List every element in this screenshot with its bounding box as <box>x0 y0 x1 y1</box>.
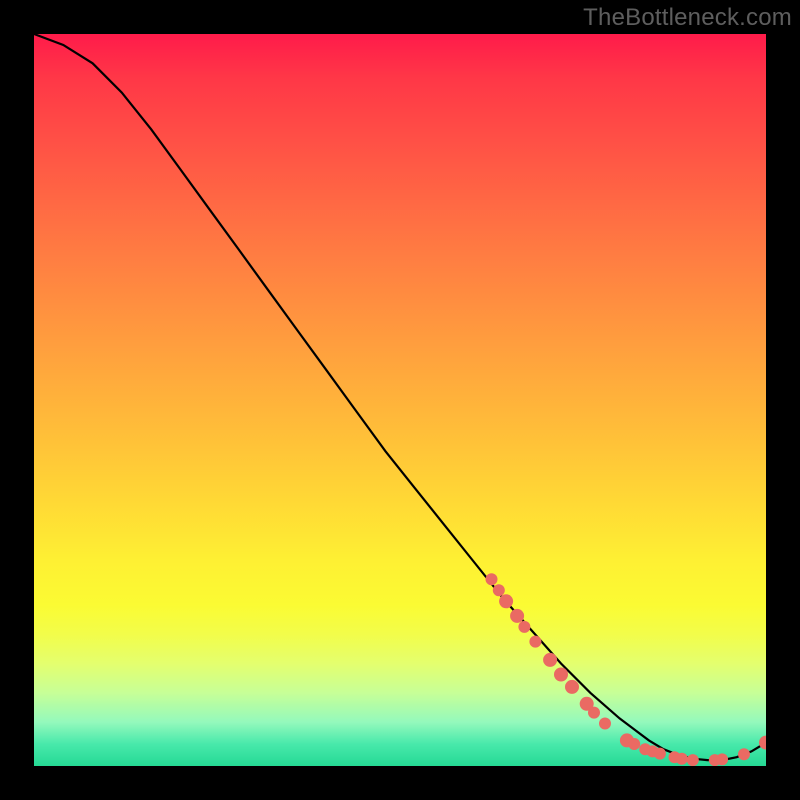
chart-frame: TheBottleneck.com <box>0 0 800 800</box>
highlight-point <box>543 653 557 667</box>
highlight-point <box>518 621 530 633</box>
highlight-point <box>554 668 568 682</box>
bottleneck-curve <box>34 34 766 760</box>
highlight-point <box>529 636 541 648</box>
highlight-point <box>687 754 699 766</box>
highlight-point <box>759 736 766 750</box>
highlight-point <box>499 594 513 608</box>
highlight-point <box>510 609 524 623</box>
chart-overlay <box>34 34 766 766</box>
highlight-point <box>676 753 688 765</box>
highlight-points <box>486 573 767 766</box>
watermark-text: TheBottleneck.com <box>583 4 792 32</box>
highlight-point <box>565 680 579 694</box>
highlight-point <box>486 573 498 585</box>
highlight-point <box>654 748 666 760</box>
highlight-point <box>628 738 640 750</box>
highlight-point <box>599 718 611 730</box>
highlight-point <box>588 707 600 719</box>
highlight-point <box>493 584 505 596</box>
highlight-point <box>716 753 728 765</box>
plot-area <box>34 34 766 766</box>
highlight-point <box>738 748 750 760</box>
